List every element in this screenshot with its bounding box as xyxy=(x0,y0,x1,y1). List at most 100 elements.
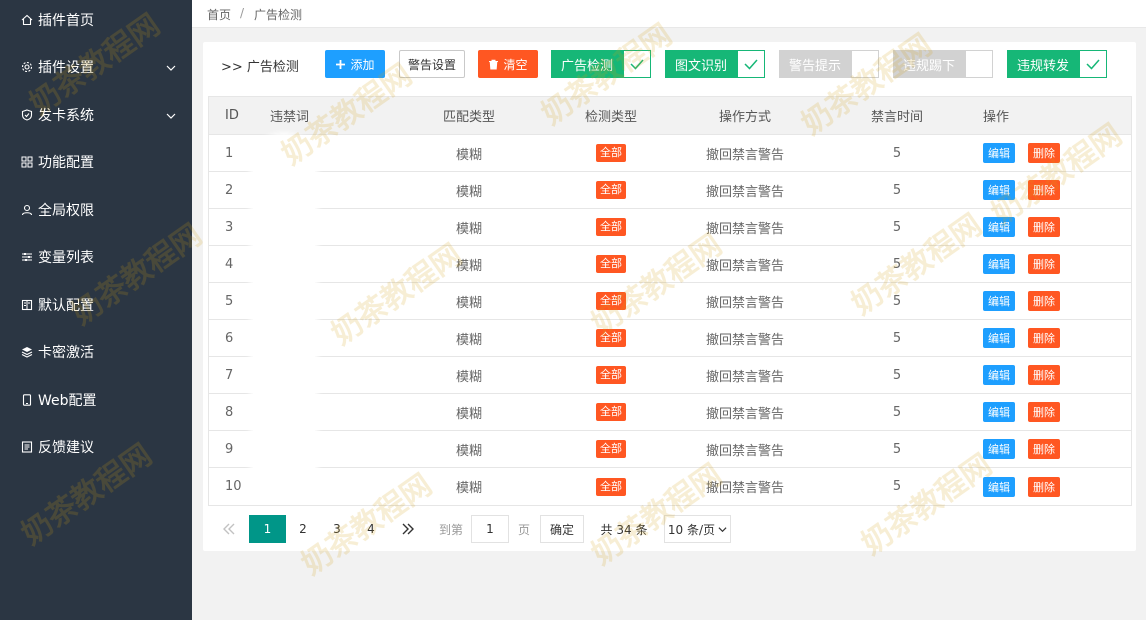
cell-detect: 全部 xyxy=(571,431,651,467)
cell-operation: 编辑 删除 xyxy=(983,394,1060,430)
detect-type-tag: 全部 xyxy=(596,255,626,273)
clear-button[interactable]: 清空 xyxy=(478,50,538,78)
cell-operation: 编辑 删除 xyxy=(983,135,1060,171)
sidebar-item-card-system[interactable]: 发卡系统 xyxy=(0,95,192,135)
sidebar-item-label: 功能配置 xyxy=(38,155,94,171)
cell-detect: 全部 xyxy=(571,246,651,282)
delete-button[interactable]: 删除 xyxy=(1028,476,1060,497)
cell-action: 撤回禁言警告 xyxy=(705,295,784,311)
sidebar-item-feedback[interactable]: 反馈建议 xyxy=(0,427,192,467)
edit-button[interactable]: 编辑 xyxy=(983,180,1015,200)
page-3-button[interactable]: 3 xyxy=(323,515,351,543)
prev-page-button[interactable] xyxy=(216,515,242,543)
table-row: 10 模糊 全部 撤回禁言警告 5 编辑 删除 xyxy=(209,468,1131,505)
goto-confirm-button[interactable]: 确定 xyxy=(540,515,584,543)
edit-button[interactable]: 编辑 xyxy=(983,143,1015,163)
goto-page-input[interactable]: 1 xyxy=(471,515,509,543)
delete-button[interactable]: 删除 xyxy=(1028,254,1060,274)
delete-button[interactable]: 删除 xyxy=(1028,365,1060,385)
edit-button[interactable]: 编辑 xyxy=(983,476,1015,497)
edit-button[interactable]: 编辑 xyxy=(983,402,1015,422)
cell-id: 5 xyxy=(225,293,234,309)
cell-detect: 全部 xyxy=(571,357,651,393)
sidebar-item-plugin-settings[interactable]: 插件设置 xyxy=(0,47,192,87)
switch-warning-prompt[interactable]: 警告提示 xyxy=(779,50,879,78)
detect-type-tag: 全部 xyxy=(596,366,626,384)
sidebar-item-web-config[interactable]: Web配置 xyxy=(0,380,192,420)
cell-action: 撤回禁言警告 xyxy=(705,221,784,237)
page-1-button[interactable]: 1 xyxy=(249,515,286,543)
warning-settings-button[interactable]: 警告设置 xyxy=(399,50,465,78)
mobile-icon xyxy=(21,394,33,406)
table-body: 1 模糊 全部 撤回禁言警告 5 编辑 删除 2 模糊 全部 撤回禁言警告 5 编辑 删除 3 模糊 全部 撤回禁… xyxy=(209,135,1131,505)
total-count: 共 34 条 xyxy=(600,522,648,537)
cell-mute: 5 xyxy=(892,404,902,420)
edit-button[interactable]: 编辑 xyxy=(983,439,1015,459)
delete-button[interactable]: 删除 xyxy=(1028,180,1060,200)
add-button[interactable]: 添加 xyxy=(325,50,385,78)
switch-image-recognition[interactable]: 图文识别 xyxy=(665,50,765,78)
breadcrumb-home[interactable]: 首页 xyxy=(207,6,231,23)
cell-action: 撤回禁言警告 xyxy=(705,147,784,163)
cell-operation: 编辑 删除 xyxy=(983,357,1060,393)
cell-match: 模糊 xyxy=(455,184,482,200)
cell-action: 撤回禁言警告 xyxy=(705,443,784,459)
edit-button[interactable]: 编辑 xyxy=(983,328,1015,348)
cell-match: 模糊 xyxy=(455,369,482,385)
page-4-button[interactable]: 4 xyxy=(357,515,385,543)
sidebar-item-label: 默认配置 xyxy=(38,298,94,314)
sidebar-item-function-config[interactable]: 功能配置 xyxy=(0,142,192,182)
check-icon xyxy=(1079,50,1107,78)
edit-button[interactable]: 编辑 xyxy=(983,365,1015,385)
cell-id: 7 xyxy=(225,367,234,383)
check-icon xyxy=(737,50,765,78)
column-header-id: ID xyxy=(225,108,239,123)
delete-button[interactable]: 删除 xyxy=(1028,291,1060,311)
checkbox-empty xyxy=(851,50,879,78)
cell-match: 模糊 xyxy=(455,481,482,496)
column-header-operation: 操作 xyxy=(983,110,1010,125)
delete-button[interactable]: 删除 xyxy=(1028,217,1060,237)
cell-id: 4 xyxy=(225,256,234,272)
cell-action: 撤回禁言警告 xyxy=(705,369,784,385)
sidebar-item-global-permissions[interactable]: 全局权限 xyxy=(0,190,192,230)
sidebar-item-default-config[interactable]: 默认配置 xyxy=(0,285,192,325)
column-header-detect: 检测类型 xyxy=(584,110,637,125)
table-row: 3 模糊 全部 撤回禁言警告 5 编辑 删除 xyxy=(209,209,1131,246)
delete-button[interactable]: 删除 xyxy=(1028,328,1060,348)
redaction-mask xyxy=(253,136,315,496)
sidebar-item-variable-list[interactable]: 变量列表 xyxy=(0,237,192,277)
cell-operation: 编辑 删除 xyxy=(983,468,1060,505)
switch-ad-detection[interactable]: 广告检测 xyxy=(551,50,651,78)
detect-type-tag: 全部 xyxy=(596,440,626,458)
edit-button[interactable]: 编辑 xyxy=(983,254,1015,274)
switch-violation-forward[interactable]: 违规转发 xyxy=(1007,50,1107,78)
cell-operation: 编辑 删除 xyxy=(983,283,1060,319)
table-row: 9 模糊 全部 撤回禁言警告 5 编辑 删除 xyxy=(209,431,1131,468)
cell-operation: 编辑 删除 xyxy=(983,246,1060,282)
edit-button[interactable]: 编辑 xyxy=(983,291,1015,311)
cell-mute: 5 xyxy=(892,293,902,309)
delete-button[interactable]: 删除 xyxy=(1028,439,1060,459)
sidebar-item-card-activation[interactable]: 卡密激活 xyxy=(0,332,192,372)
switch-violation-kick[interactable]: 违规踢下 xyxy=(893,50,993,78)
delete-button[interactable]: 删除 xyxy=(1028,402,1060,422)
sidebar: 插件首页 插件设置 发卡系统 功能配置 全局权限 变量列表 默认配置 卡密激活 … xyxy=(0,0,192,620)
cell-action: 撤回禁言警告 xyxy=(705,406,784,422)
cell-detect: 全部 xyxy=(571,172,651,208)
sidebar-item-home[interactable]: 插件首页 xyxy=(0,0,192,40)
page-size-select[interactable]: 10 条/页 xyxy=(664,515,731,543)
sliders-icon xyxy=(21,251,33,263)
detect-type-tag: 全部 xyxy=(596,329,626,347)
cell-mute: 5 xyxy=(892,182,902,198)
edit-button[interactable]: 编辑 xyxy=(983,217,1015,237)
cell-action: 撤回禁言警告 xyxy=(705,184,784,200)
page-2-button[interactable]: 2 xyxy=(289,515,317,543)
delete-button[interactable]: 删除 xyxy=(1028,143,1060,163)
cell-action: 撤回禁言警告 xyxy=(705,481,784,496)
sidebar-item-label: 全局权限 xyxy=(38,203,94,219)
table-header: ID 违禁词 匹配类型 检测类型 操作方式 禁言时间 操作 xyxy=(209,97,1131,135)
chevron-down-icon xyxy=(718,526,727,532)
next-page-button[interactable] xyxy=(394,515,422,543)
cell-mute: 5 xyxy=(892,145,902,161)
